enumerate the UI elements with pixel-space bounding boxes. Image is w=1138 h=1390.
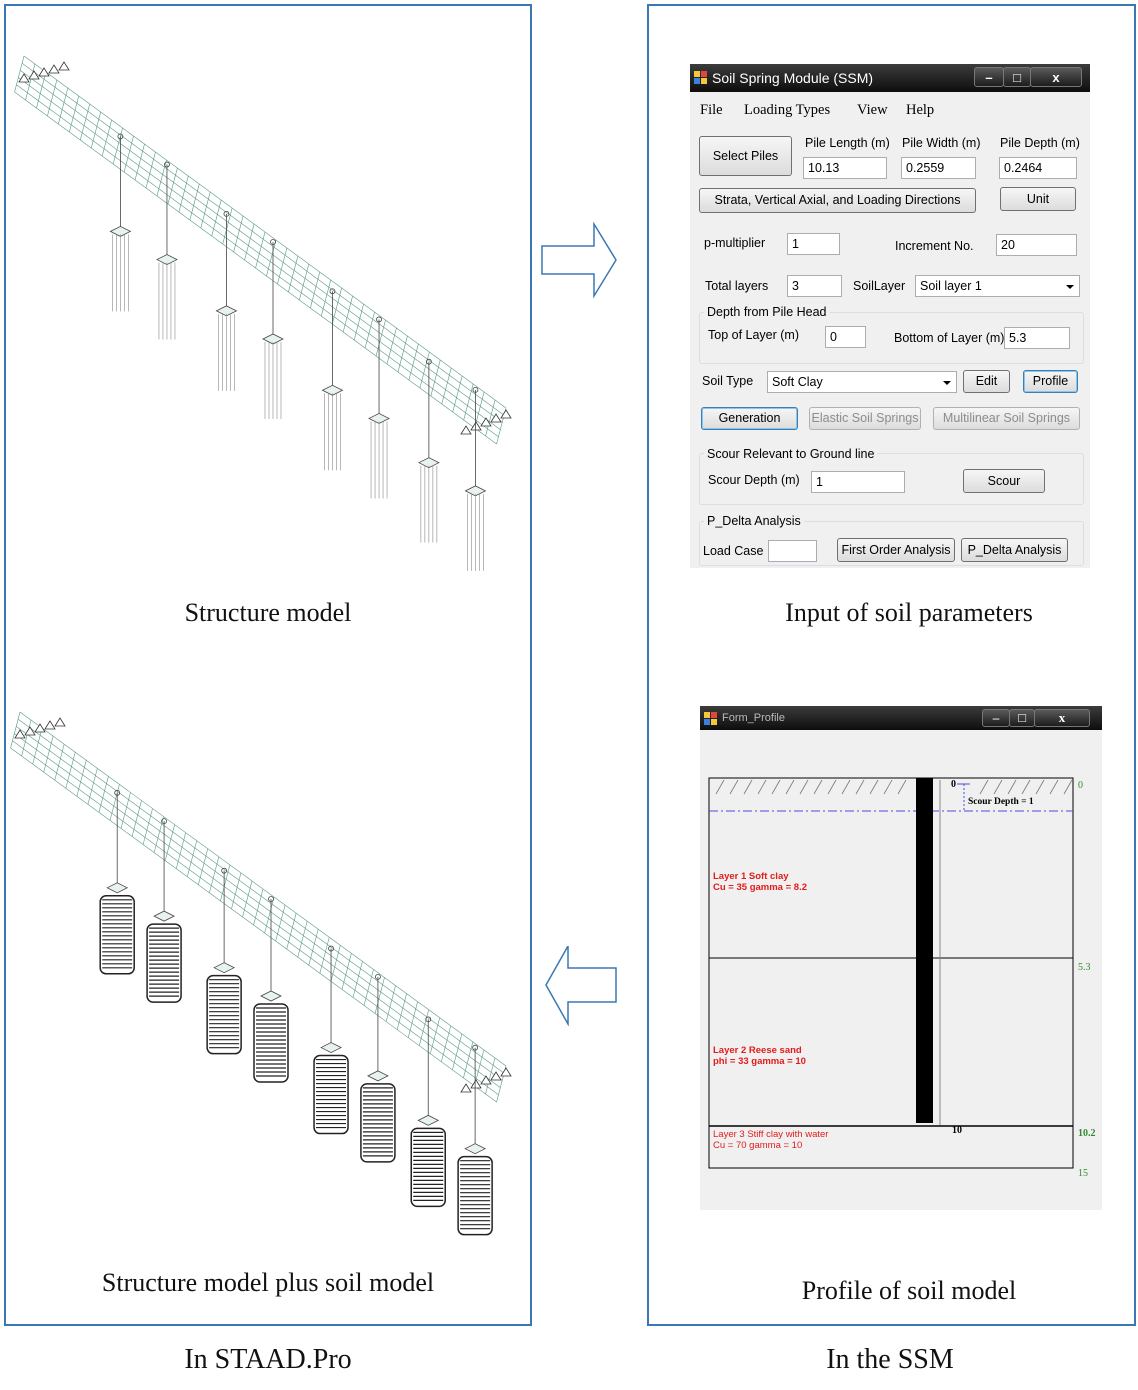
first-order-analysis-button[interactable]: First Order Analysis bbox=[837, 538, 955, 562]
pile-top-label: 0 bbox=[951, 779, 956, 790]
scour-depth-label: Scour Depth (m) bbox=[708, 473, 800, 487]
scour-depth-input[interactable]: 1 bbox=[811, 471, 905, 493]
generation-button[interactable]: Generation bbox=[701, 407, 798, 430]
p-delta-group-title: P_Delta Analysis bbox=[704, 514, 804, 528]
layer2-name: Layer 2 Reese sand bbox=[713, 1045, 802, 1056]
p-multiplier-input[interactable]: 1 bbox=[787, 233, 840, 255]
soil-spring-stack bbox=[313, 1054, 349, 1135]
soil-layer-value: Soil layer 1 bbox=[920, 279, 982, 293]
elastic-soil-springs-button[interactable]: Elastic Soil Springs bbox=[809, 407, 921, 430]
layer2-props: phi = 33 gamma = 10 bbox=[713, 1056, 806, 1067]
increment-no-label: Increment No. bbox=[895, 239, 974, 253]
app-icon bbox=[694, 71, 707, 84]
soil-type-select[interactable]: Soft Clay bbox=[767, 371, 957, 393]
total-layers-input[interactable]: 3 bbox=[787, 275, 842, 297]
soil-type-value: Soft Clay bbox=[772, 375, 823, 389]
pile-depth-input[interactable]: 0.2464 bbox=[999, 157, 1077, 179]
p-multiplier-label: p-multiplier bbox=[704, 236, 766, 250]
soil-spring-stack bbox=[410, 1127, 446, 1208]
app-icon bbox=[704, 712, 717, 725]
profile-button[interactable]: Profile bbox=[1023, 370, 1078, 393]
pile-length-label: Pile Length (m) bbox=[805, 136, 890, 150]
pile-width-label: Pile Width (m) bbox=[902, 136, 981, 150]
chevron-down-icon bbox=[943, 381, 951, 385]
load-case-input[interactable] bbox=[768, 540, 817, 562]
depth-tick-10-2: 10.2 bbox=[1078, 1128, 1096, 1139]
bottom-of-layer-label: Bottom of Layer (m) bbox=[894, 331, 1005, 345]
menu-file[interactable]: File bbox=[700, 102, 723, 119]
chevron-down-icon bbox=[1066, 285, 1074, 289]
layer1-props: Cu = 35 gamma = 8.2 bbox=[713, 882, 807, 893]
ssm-panel: Soil Spring Module (SSM) – □ x File Load… bbox=[647, 4, 1136, 1326]
pile-depth-label: Pile Depth (m) bbox=[1000, 136, 1080, 150]
profile-window: Form_Profile – □ x 0 Scour Depth = 1 10 … bbox=[700, 706, 1102, 1210]
profile-titlebar[interactable]: Form_Profile – □ x bbox=[700, 706, 1102, 730]
soil-spring-stack bbox=[99, 895, 135, 975]
left-arrow-icon bbox=[545, 946, 617, 1026]
layer1-name: Layer 1 Soft clay bbox=[713, 871, 789, 882]
scour-button[interactable]: Scour bbox=[963, 469, 1045, 493]
profile-window-title: Form_Profile bbox=[722, 712, 785, 724]
strata-directions-button[interactable]: Strata, Vertical Axial, and Loading Dire… bbox=[699, 188, 976, 213]
structure-model-image bbox=[14, 55, 512, 571]
depth-tick-0: 0 bbox=[1078, 780, 1083, 791]
soil-spring-stack bbox=[253, 1003, 289, 1083]
pile-shape bbox=[916, 778, 933, 1123]
minimize-button[interactable]: – bbox=[982, 709, 1010, 727]
ssm-titlebar[interactable]: Soil Spring Module (SSM) – □ x bbox=[690, 64, 1090, 92]
multilinear-soil-springs-button[interactable]: Multilinear Soil Springs bbox=[933, 407, 1080, 430]
menu-view[interactable]: View bbox=[857, 102, 888, 119]
ground-hatch bbox=[715, 779, 1073, 795]
ssm-window-title: Soil Spring Module (SSM) bbox=[712, 70, 874, 86]
structure-soil-model-image bbox=[10, 711, 512, 1236]
structure-soil-model-caption: Structure model plus soil model bbox=[101, 1268, 435, 1297]
maximize-button[interactable]: □ bbox=[1009, 709, 1035, 727]
right-arrow-icon bbox=[541, 222, 617, 299]
pile-width-input[interactable]: 0.2559 bbox=[901, 157, 976, 179]
pier-columns bbox=[99, 789, 493, 1236]
scour-group-title: Scour Relevant to Ground line bbox=[704, 447, 878, 461]
unit-button[interactable]: Unit bbox=[1000, 187, 1076, 211]
increment-no-input[interactable]: 20 bbox=[996, 234, 1077, 256]
profile-soil-model-caption: Profile of soil model bbox=[801, 1276, 1017, 1305]
minimize-button[interactable]: – bbox=[974, 67, 1004, 87]
menu-help[interactable]: Help bbox=[906, 102, 934, 119]
pile-tip-label: 10 bbox=[952, 1125, 962, 1136]
edit-button[interactable]: Edit bbox=[963, 370, 1010, 393]
structure-model-caption: Structure model bbox=[184, 598, 352, 627]
depth-group-title: Depth from Pile Head bbox=[704, 305, 830, 319]
soil-type-label: Soil Type bbox=[702, 374, 754, 388]
soil-spring-stack bbox=[360, 1083, 396, 1163]
p-delta-analysis-button[interactable]: P_Delta Analysis bbox=[961, 538, 1068, 562]
select-piles-button[interactable]: Select Piles bbox=[699, 136, 792, 176]
bridge-deck bbox=[14, 55, 507, 445]
depth-tick-5-3: 5.3 bbox=[1078, 962, 1091, 973]
ssm-label: In the SSM bbox=[826, 1344, 954, 1375]
scour-depth-text: Scour Depth = 1 bbox=[968, 797, 1034, 807]
soil-spring-stack bbox=[457, 1155, 493, 1236]
soil-spring-stack bbox=[206, 974, 242, 1055]
top-of-layer-label: Top of Layer (m) bbox=[708, 328, 800, 342]
menu-loading-types[interactable]: Loading Types bbox=[744, 102, 830, 119]
soil-spring-stack bbox=[146, 923, 182, 1003]
bottom-of-layer-input[interactable]: 5.3 bbox=[1004, 327, 1070, 349]
soil-layer-label: SoilLayer bbox=[853, 279, 906, 293]
close-button[interactable]: x bbox=[1030, 67, 1082, 87]
depth-tick-15: 15 bbox=[1078, 1168, 1088, 1179]
load-case-label: Load Case bbox=[703, 544, 764, 558]
close-button[interactable]: x bbox=[1034, 709, 1090, 727]
staad-panel: Structure model Structure model plus soi… bbox=[4, 4, 532, 1326]
layer3-props: Cu = 70 gamma = 10 bbox=[713, 1140, 803, 1151]
ssm-window: Soil Spring Module (SSM) – □ x File Load… bbox=[690, 64, 1090, 568]
pile-length-input[interactable]: 10.13 bbox=[803, 157, 887, 179]
total-layers-label: Total layers bbox=[705, 279, 769, 293]
input-soil-params-caption: Input of soil parameters bbox=[785, 598, 1033, 627]
top-of-layer-input-ext[interactable] bbox=[825, 326, 866, 348]
soil-layer-select[interactable]: Soil layer 1 bbox=[915, 275, 1080, 297]
staad-label: In STAAD.Pro bbox=[184, 1344, 352, 1375]
maximize-button[interactable]: □ bbox=[1003, 67, 1031, 87]
layer3-name: Layer 3 Stiff clay with water bbox=[713, 1129, 829, 1140]
